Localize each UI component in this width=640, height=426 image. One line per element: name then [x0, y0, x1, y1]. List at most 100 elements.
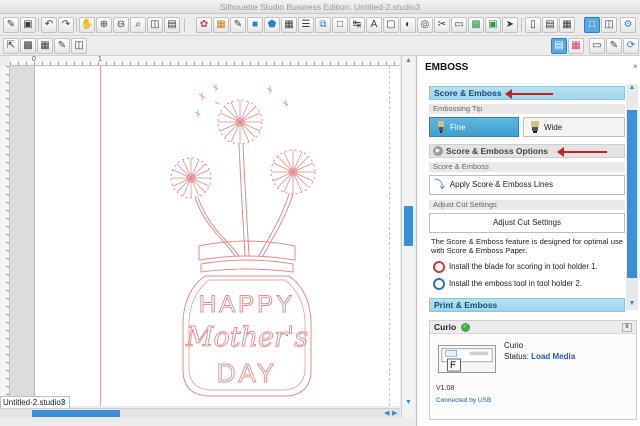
save-icon[interactable]: ▣ — [20, 17, 36, 33]
modify-icon[interactable]: ◐ — [400, 17, 416, 33]
adjust-button-label: Adjust Cut Settings — [492, 218, 562, 227]
pan-icon[interactable]: ✋ — [79, 17, 95, 33]
panel-scroll-down-icon[interactable]: ▼ — [626, 300, 638, 307]
line-color-icon[interactable]: ✎ — [230, 17, 246, 33]
canvas-vertical-scrollbar[interactable]: ▲ ▼ — [401, 56, 414, 418]
mothers-day-artwork[interactable]: HAPPY Mother's DAY — [155, 80, 345, 400]
scroll-down-arrow-icon[interactable]: ▼ — [402, 398, 415, 408]
design-view-icon[interactable]: □ — [584, 17, 600, 33]
instruction-emboss-text: Install the emboss tool in tool holder 2… — [449, 279, 583, 288]
zoom-out-icon[interactable]: ⊖ — [113, 17, 129, 33]
horizontal-scroll-thumb[interactable] — [32, 410, 120, 417]
toolbar-divider — [76, 18, 77, 32]
load-media-link[interactable]: Load Media — [531, 352, 575, 361]
ruler-label: 0 — [32, 56, 36, 63]
library-icon[interactable]: ▩ — [468, 17, 484, 33]
options-label: Score & Emboss Options — [446, 146, 549, 156]
registration-icon[interactable]: ▦ — [559, 17, 575, 33]
fill-icon[interactable]: ▦ — [213, 17, 229, 33]
eraser-tool-icon[interactable]: ▭ — [589, 38, 605, 54]
text-icon[interactable]: A — [366, 17, 382, 33]
panel-title: EMBOSS — [425, 62, 469, 73]
eraser-icon[interactable]: ▭ — [451, 17, 467, 33]
print-emboss-section-header[interactable]: Print & Emboss — [429, 298, 625, 312]
artwork-text-day: DAY — [217, 358, 278, 388]
replicate-icon[interactable]: ⧉ — [315, 17, 331, 33]
align-icon[interactable]: ☰ — [298, 17, 314, 33]
tip-wide-label: Wide — [544, 122, 563, 132]
design-canvas[interactable]: HAPPY Mother's DAY — [10, 66, 400, 406]
ruler-label: 1 — [98, 56, 102, 63]
page-setup-icon[interactable]: ▯ — [525, 17, 541, 33]
cut-settings-icon[interactable]: ▤ — [542, 17, 558, 33]
vertical-scroll-thumb[interactable] — [404, 206, 413, 246]
apply-button-label: Apply Score & Emboss Lines — [449, 180, 553, 190]
instruction-emboss-tool: Install the emboss tool in tool holder 2… — [431, 278, 625, 290]
group-icon[interactable]: ▩ — [20, 38, 36, 54]
undo-icon[interactable]: ↶ — [41, 17, 57, 33]
blade-icon[interactable]: ✎ — [606, 38, 622, 54]
close-tab-icon[interactable]: × — [61, 397, 66, 408]
document-tab[interactable]: Untitled-2.studio3 × — [0, 396, 70, 408]
horizontal-ruler: 0 1 — [10, 56, 400, 66]
page-area[interactable]: HAPPY Mother's DAY — [34, 66, 400, 406]
trace-icon[interactable]: ▢ — [383, 17, 399, 33]
tip-fine-label: Fine — [450, 122, 466, 132]
apply-score-emboss-button[interactable]: ⤵ Apply Score & Emboss Lines — [429, 175, 625, 195]
shape-icon[interactable]: ■ — [247, 17, 263, 33]
device-status-label: Status: — [504, 352, 529, 361]
close-icon[interactable]: × — [633, 62, 638, 71]
margin-line — [389, 66, 390, 406]
device-status-panel: Curio ✓ II Curio Status: Load Media V1.0… — [429, 320, 637, 420]
settings-icon[interactable]: ⚙ — [620, 17, 636, 33]
app-window: Silhouette Studio Business Edition: Unti… — [0, 0, 640, 426]
transform-icon[interactable]: ↹ — [349, 17, 365, 33]
instruction-blade: Install the blade for scoring in tool ho… — [431, 261, 625, 273]
draw-icon[interactable]: ✿ — [196, 17, 212, 33]
canvas-horizontal-scrollbar[interactable]: ◀ ▶ — [0, 408, 400, 418]
weld-icon[interactable]: ◫ — [71, 38, 87, 54]
annotation-arrow-options — [557, 147, 607, 157]
tip-fine-button[interactable]: Fine — [429, 117, 519, 137]
adjust-cut-settings-button[interactable]: Adjust Cut Settings — [429, 213, 625, 233]
tip-wide-button[interactable]: Wide — [523, 117, 625, 137]
select-icon[interactable]: ⇱ — [3, 38, 19, 54]
cut-icon[interactable]: ⟳ — [623, 38, 639, 54]
floating-seeds — [194, 84, 289, 117]
sketch-icon[interactable]: ▦ — [568, 38, 584, 54]
pentagon-icon[interactable]: ⬟ — [264, 17, 280, 33]
curio-machine-icon — [438, 345, 496, 373]
new-file-icon[interactable]: ✎ — [3, 17, 19, 33]
panel-scrollbar[interactable]: ▲ ▼ — [626, 84, 638, 310]
scroll-left-arrow-icon[interactable]: ◀ — [384, 409, 389, 418]
fine-tip-icon — [438, 121, 444, 133]
ungroup-icon[interactable]: ▦ — [37, 38, 53, 54]
apply-arrow-icon: ⤵ — [434, 179, 445, 191]
pause-icon[interactable]: II — [622, 323, 632, 332]
vertical-ruler — [0, 66, 10, 406]
zoom-page-icon[interactable]: ▤ — [164, 17, 180, 33]
instruction-blade-text: Install the blade for scoring in tool ho… — [449, 262, 598, 271]
send-icon[interactable]: ➤ — [502, 17, 518, 33]
emboss-icon[interactable]: ▤ — [551, 38, 567, 54]
zoom-select-icon[interactable]: ⌕ — [130, 17, 146, 33]
zoom-in-icon[interactable]: ⊕ — [96, 17, 112, 33]
zoom-fit-icon[interactable]: ◫ — [147, 17, 163, 33]
grid-icon[interactable]: ▦ — [281, 17, 297, 33]
redo-icon[interactable]: ↷ — [58, 17, 74, 33]
panel-scroll-thumb[interactable] — [627, 110, 637, 278]
split-view-icon[interactable]: ◫ — [601, 17, 617, 33]
knife-icon[interactable]: ✂ — [434, 17, 450, 33]
scroll-up-arrow-icon[interactable]: ▲ — [402, 56, 415, 66]
print-emboss-header-label: Print & Emboss — [434, 300, 498, 310]
scroll-right-arrow-icon[interactable]: ▶ — [392, 409, 397, 418]
store-icon[interactable]: ▣ — [485, 17, 501, 33]
score-emboss-header-label: Score & Emboss — [434, 88, 502, 98]
artwork-text-happy: HAPPY — [199, 291, 295, 318]
panel-scroll-up-icon[interactable]: ▲ — [626, 84, 638, 91]
offset-icon[interactable]: ◎ — [417, 17, 433, 33]
nest-icon[interactable]: □ — [332, 17, 348, 33]
status-ok-icon: ✓ — [460, 323, 470, 333]
score-emboss-description: The Score & Emboss feature is designed f… — [431, 237, 623, 255]
edit-points-icon[interactable]: ✎ — [54, 38, 70, 54]
